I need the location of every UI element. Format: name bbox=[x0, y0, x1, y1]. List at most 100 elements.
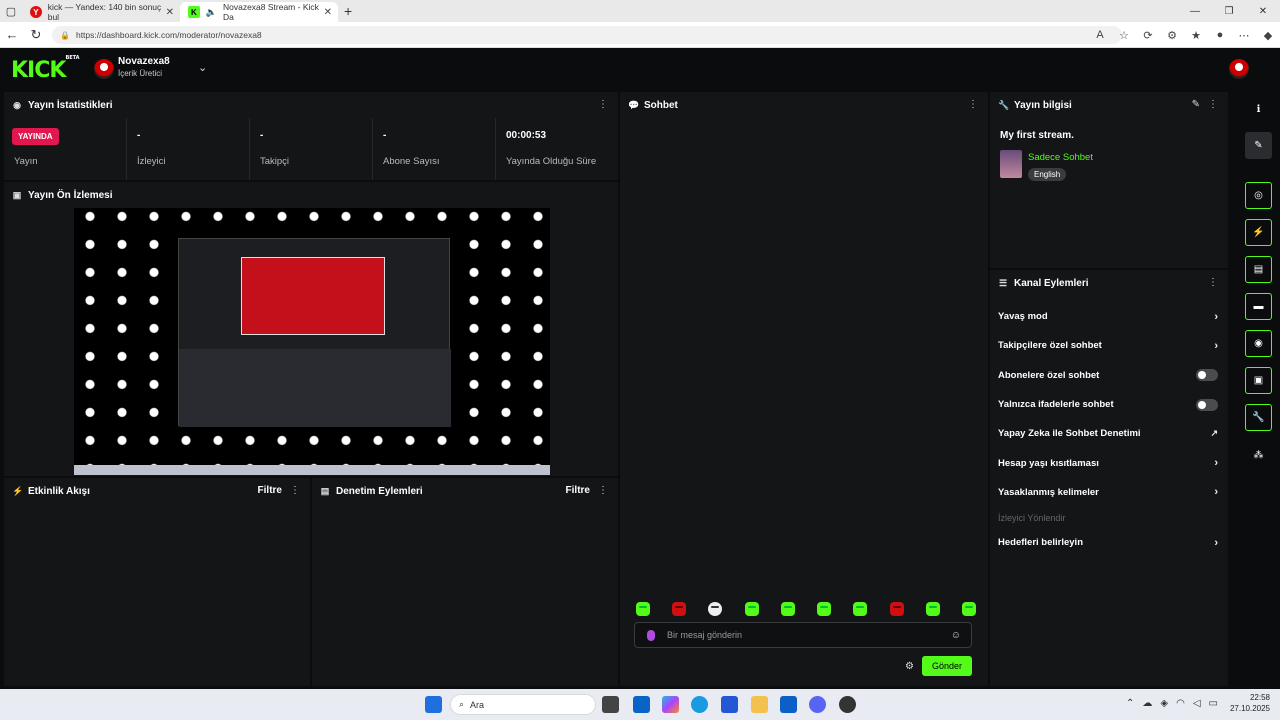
emote-icon[interactable] bbox=[780, 602, 795, 616]
browser-tab-kick[interactable]: K 🔈 Novazexa8 Stream - Kick Da ✕ bbox=[180, 2, 338, 22]
emote-icon[interactable] bbox=[961, 602, 976, 616]
discord-icon[interactable] bbox=[809, 696, 826, 713]
layout-icon[interactable]: ▣ bbox=[1245, 367, 1272, 394]
cloud-icon[interactable]: ☁ bbox=[1142, 698, 1152, 709]
tab-title: kick — Yandex: 140 bin sonuç bul bbox=[47, 2, 162, 22]
window-menu-icon[interactable]: ▢ bbox=[0, 0, 22, 22]
emote-icon[interactable] bbox=[744, 602, 759, 616]
edge-icon[interactable] bbox=[691, 696, 708, 713]
stat-value: - bbox=[260, 130, 264, 141]
close-icon[interactable]: ✕ bbox=[324, 7, 332, 18]
wifi-icon[interactable]: ◠ bbox=[1176, 698, 1185, 709]
emote-bar bbox=[636, 602, 976, 616]
edit-pencil-icon[interactable]: ✎ bbox=[1192, 99, 1200, 110]
user-avatar[interactable] bbox=[1229, 59, 1249, 79]
chat-panel: 💬 Sohbet ⋮ Bir mesaj gönderin ☺ ⚙ Gönder bbox=[620, 92, 988, 686]
more-options-icon[interactable]: ⋮ bbox=[598, 99, 608, 110]
collections-icon[interactable]: ★ bbox=[1184, 29, 1208, 42]
profile-icon[interactable]: ● bbox=[1208, 29, 1232, 41]
action-banned-words[interactable]: Yasaklanmış kelimeler › bbox=[990, 478, 1228, 507]
emotes-only-toggle[interactable] bbox=[1196, 398, 1218, 411]
refresh-button[interactable]: ↻ bbox=[24, 23, 48, 47]
stream-preview-video[interactable] bbox=[74, 208, 550, 475]
yandex-icon: Y bbox=[30, 6, 42, 18]
new-tab-button[interactable]: + bbox=[344, 3, 352, 19]
more-menu-icon[interactable]: ⋯ bbox=[1232, 29, 1256, 42]
emote-icon[interactable] bbox=[672, 602, 687, 616]
chevron-right-icon: › bbox=[1214, 486, 1218, 499]
outlook-icon[interactable] bbox=[633, 696, 650, 713]
file-explorer-icon[interactable] bbox=[751, 696, 768, 713]
emote-icon[interactable] bbox=[889, 602, 904, 616]
kick-logo[interactable]: KICKBETA bbox=[11, 55, 80, 83]
microphone-icon[interactable] bbox=[647, 629, 655, 641]
more-options-icon[interactable]: ⋮ bbox=[1208, 99, 1218, 110]
lightning-icon[interactable]: ⚡ bbox=[1245, 219, 1272, 246]
emote-icon[interactable] bbox=[817, 602, 832, 616]
store-icon[interactable] bbox=[780, 696, 797, 713]
action-followers-only[interactable]: Takipçilere özel sohbet › bbox=[990, 331, 1228, 360]
widgets-icon[interactable]: ⁂ bbox=[1245, 442, 1272, 469]
taskbar-search[interactable]: ⌕ Ara bbox=[450, 694, 596, 715]
more-options-icon[interactable]: ⋮ bbox=[290, 485, 300, 496]
action-emotes-only: Yalnızca ifadelerle sohbet bbox=[990, 390, 1228, 419]
emoji-icon[interactable]: ☺ bbox=[951, 630, 961, 641]
chevron-down-icon[interactable]: ⌄ bbox=[198, 61, 207, 74]
screenshot-icon[interactable]: ◎ bbox=[1245, 182, 1272, 209]
emote-icon[interactable] bbox=[853, 602, 868, 616]
chat-bubble-icon[interactable]: ▬ bbox=[1245, 293, 1272, 320]
edit-icon[interactable]: ✎ bbox=[1245, 132, 1272, 159]
subscribers-only-toggle[interactable] bbox=[1196, 369, 1218, 382]
copilot-icon[interactable] bbox=[662, 696, 679, 713]
emote-icon[interactable] bbox=[925, 602, 940, 616]
chat-message-input[interactable]: Bir mesaj gönderin ☺ bbox=[634, 622, 972, 648]
favorite-star-icon[interactable]: ☆ bbox=[1112, 29, 1136, 42]
more-options-icon[interactable]: ⋮ bbox=[1208, 277, 1218, 288]
copilot-icon[interactable]: ◆ bbox=[1256, 29, 1280, 42]
minimize-button[interactable]: — bbox=[1178, 0, 1212, 22]
close-icon[interactable]: ✕ bbox=[166, 7, 174, 18]
document-icon[interactable]: ▤ bbox=[1245, 256, 1272, 283]
panel-title: Denetim Eylemleri bbox=[336, 485, 423, 497]
emote-icon[interactable] bbox=[708, 602, 723, 616]
action-ai-moderation[interactable]: Yapay Zeka ile Sohbet Denetimi ↗ bbox=[990, 419, 1228, 448]
volume-icon[interactable]: ◁ bbox=[1193, 698, 1201, 709]
speaker-icon[interactable]: 🔈 bbox=[206, 7, 217, 18]
windows-start-icon[interactable] bbox=[425, 696, 442, 713]
chevron-up-icon[interactable]: ⌃ bbox=[1126, 698, 1134, 709]
category-thumbnail bbox=[1000, 150, 1022, 178]
network-icon[interactable]: ◈ bbox=[1160, 698, 1168, 709]
back-button[interactable]: ← bbox=[0, 23, 24, 47]
filter-button[interactable]: Filtre bbox=[566, 485, 590, 496]
obs-icon[interactable] bbox=[839, 696, 856, 713]
maximize-button[interactable]: ❐ bbox=[1212, 0, 1246, 22]
broadcast-icon[interactable]: ◉ bbox=[1245, 330, 1272, 357]
taskbar-clock[interactable]: 22:58 27.10.2025 bbox=[1230, 692, 1270, 714]
category-link[interactable]: Sadece Sohbet bbox=[1028, 152, 1093, 163]
gear-icon[interactable]: ⚙ bbox=[905, 661, 914, 672]
sync-icon[interactable]: ⟳ bbox=[1136, 29, 1160, 42]
url-field[interactable]: 🔒 https://dashboard.kick.com/moderator/n… bbox=[52, 26, 1122, 44]
channel-switcher[interactable]: Novazexa8 İçerik Üretici bbox=[118, 56, 170, 78]
teams-icon[interactable] bbox=[721, 696, 738, 713]
more-options-icon[interactable]: ⋮ bbox=[598, 485, 608, 496]
browser-tab-yandex[interactable]: Y kick — Yandex: 140 bin sonuç bul ✕ bbox=[22, 2, 180, 22]
filter-button[interactable]: Filtre bbox=[258, 485, 282, 496]
task-view-icon[interactable] bbox=[602, 696, 619, 713]
action-label: Yapay Zeka ile Sohbet Denetimi bbox=[998, 428, 1141, 440]
info-icon[interactable]: ℹ bbox=[1245, 96, 1272, 123]
more-options-icon[interactable]: ⋮ bbox=[968, 99, 978, 110]
action-slow-mode[interactable]: Yavaş mod › bbox=[990, 302, 1228, 331]
battery-icon[interactable]: ▭ bbox=[1209, 698, 1218, 709]
channel-avatar[interactable] bbox=[94, 59, 114, 79]
wrench-icon[interactable]: 🔧 bbox=[1245, 404, 1272, 431]
read-aloud-icon[interactable]: A bbox=[1088, 29, 1112, 41]
extensions-icon[interactable]: ⚙ bbox=[1160, 29, 1184, 42]
close-window-button[interactable]: ✕ bbox=[1246, 0, 1280, 22]
panel-title: Sohbet bbox=[644, 99, 678, 111]
action-account-age[interactable]: Hesap yaşı kısıtlaması › bbox=[990, 448, 1228, 477]
emote-icon[interactable] bbox=[636, 602, 650, 616]
action-goals[interactable]: Hedefleri belirleyin › bbox=[990, 528, 1228, 557]
address-bar-row: ← ↻ 🔒 https://dashboard.kick.com/moderat… bbox=[0, 22, 1280, 48]
send-button[interactable]: Gönder bbox=[922, 656, 972, 676]
